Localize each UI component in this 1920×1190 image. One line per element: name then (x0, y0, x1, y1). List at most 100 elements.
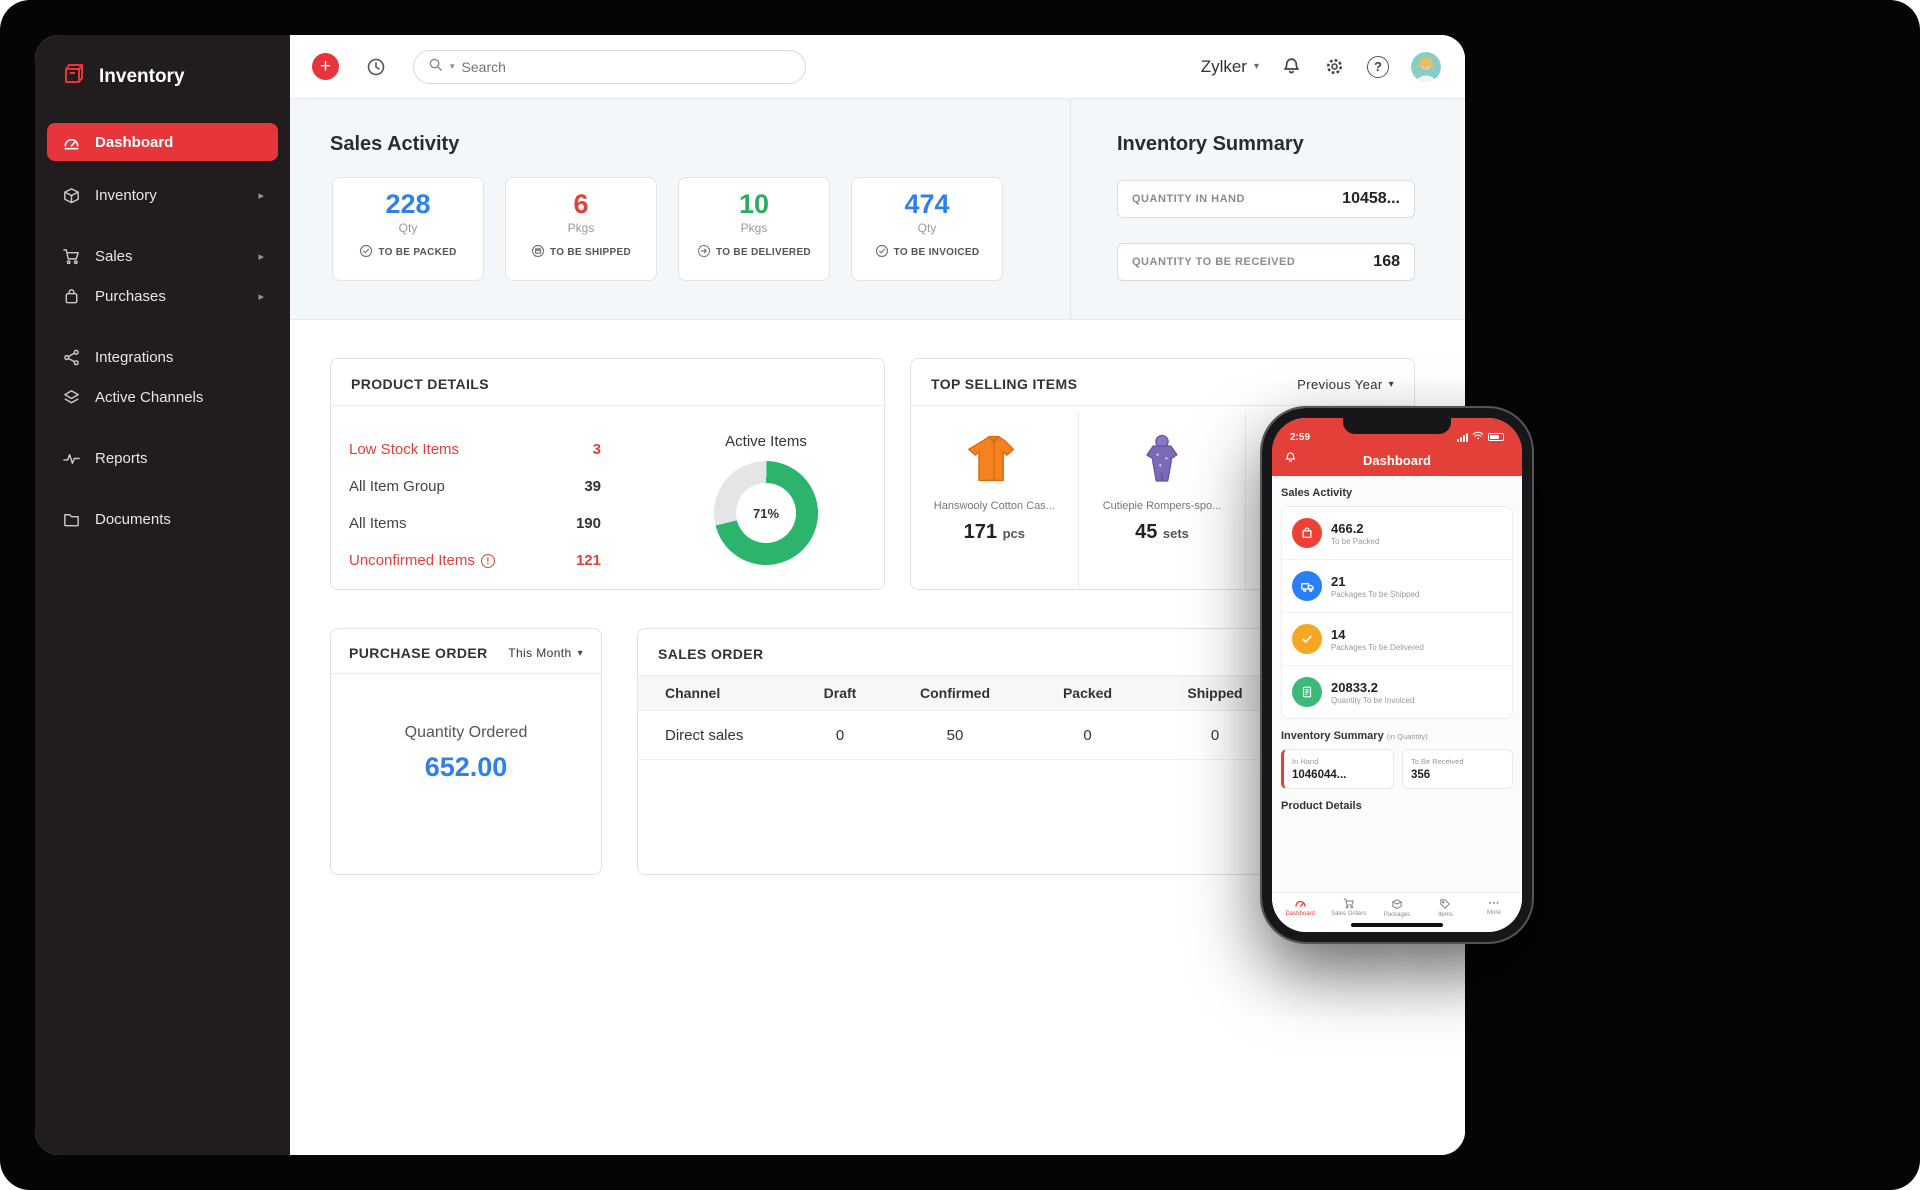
stat-unit: Pkgs (567, 221, 595, 235)
battery-icon (1488, 433, 1504, 441)
invoiced-check-icon (875, 244, 889, 261)
help-icon[interactable]: ? (1367, 55, 1389, 78)
stat-label-text: TO BE PACKED (378, 247, 457, 258)
stat-card-to-be-packed[interactable]: 228 Qty TO BE PACKED (332, 177, 484, 281)
phone-stat-row[interactable]: 14 Packages To be Delivered (1282, 613, 1512, 666)
stat-unit: Qty (917, 221, 937, 235)
notifications-bell-icon[interactable] (1281, 56, 1302, 77)
search-scope-caret-icon[interactable]: ▾ (450, 61, 455, 72)
sidebar-item-label: Inventory (95, 186, 157, 204)
stat-label-text: TO BE SHIPPED (550, 247, 631, 258)
user-avatar[interactable] (1411, 51, 1441, 82)
phone-to-be-received-box: To Be Received 356 (1402, 749, 1513, 789)
add-new-button[interactable]: + (312, 53, 339, 80)
phone-stat-row[interactable]: 20833.2 Quantity To be Invoiced (1282, 666, 1512, 718)
sidebar-item-purchases[interactable]: Purchases ▸ (35, 276, 290, 316)
phone-nav-dashboard[interactable]: Dashboard (1276, 898, 1324, 918)
delivered-arrow-icon (697, 244, 711, 261)
global-search[interactable]: ▾ (413, 49, 806, 84)
sidebar-item-active-channels[interactable]: Active Channels (35, 377, 290, 417)
sidebar-item-sales[interactable]: Sales ▸ (35, 236, 290, 276)
col-shipped: Shipped (1187, 685, 1243, 701)
phone-stat-value: 14 (1331, 626, 1346, 642)
col-draft: Draft (823, 685, 857, 701)
purchase-order-card: PURCHASE ORDER This Month ▾ Quantity Ord… (330, 628, 602, 875)
stat-unit: Qty (398, 221, 418, 235)
sidebar-item-documents[interactable]: Documents (35, 499, 290, 539)
summary-label: QUANTITY IN HAND (1132, 193, 1245, 205)
top-selling-item[interactable]: Cutiepie Rompers-spo... 45 sets (1079, 412, 1247, 589)
quantity-ordered-label: Quantity Ordered (404, 724, 528, 741)
phone-sales-activity-title: Sales Activity (1281, 487, 1353, 499)
shipped-truck-icon (1292, 571, 1322, 601)
sidebar-item-inventory[interactable]: Inventory ▸ (35, 175, 290, 215)
row-unconfirmed-items[interactable]: Unconfirmed Items! 121 (349, 542, 601, 579)
sidebar-item-label: Dashboard (95, 133, 174, 151)
row-all-items[interactable]: All Items 190 (349, 505, 601, 542)
phone-stat-value: 21 (1331, 573, 1346, 589)
cell-packed: 0 (1083, 726, 1092, 744)
sidebar-item-label: Integrations (95, 348, 174, 366)
phone-product-details-title: Product Details (1281, 800, 1362, 812)
stat-card-to-be-shipped[interactable]: 6 Pkgs TO BE SHIPPED (505, 177, 657, 281)
org-switcher[interactable]: Zylker ▾ (1201, 57, 1259, 77)
chevron-down-icon: ▾ (1253, 61, 1259, 72)
phone-stat-label: Quantity To be Invoiced (1331, 695, 1415, 705)
cart-icon (61, 246, 81, 266)
stat-card-to-be-delivered[interactable]: 10 Pkgs TO BE DELIVERED (678, 177, 830, 281)
row-value: 190 (575, 515, 601, 532)
sidebar-nav: Dashboard Inventory ▸ Sales ▸ Purchases … (35, 123, 290, 539)
hero-divider (1070, 99, 1071, 320)
phone-stat-row[interactable]: 466.2 To be Packed (1282, 507, 1512, 560)
chevron-right-icon: ▸ (258, 250, 264, 263)
phone-nav-packages[interactable]: Packages (1373, 898, 1421, 918)
top-selling-title: TOP SELLING ITEMS (931, 376, 1078, 392)
reports-icon (61, 448, 81, 468)
cell-channel: Direct sales (665, 726, 744, 744)
phone-nav-more[interactable]: ⋯ More (1470, 898, 1518, 918)
item-qty: 171 (963, 521, 998, 543)
phone-home-indicator[interactable] (1351, 923, 1443, 927)
phone-stat-row[interactable]: 21 Packages To be Shipped (1282, 560, 1512, 613)
brand: Inventory (35, 35, 290, 119)
stat-card-to-be-invoiced[interactable]: 474 Qty TO BE INVOICED (851, 177, 1003, 281)
bell-icon[interactable] (1284, 451, 1297, 464)
settings-gear-icon[interactable] (1324, 56, 1345, 77)
stat-value: 474 (904, 189, 950, 219)
stat-value: 6 (573, 189, 589, 219)
phone-stat-label: To be Packed (1331, 536, 1380, 546)
cell-shipped: 0 (1210, 726, 1220, 744)
active-items-donut-chart: 71% (714, 461, 818, 565)
search-input[interactable] (461, 58, 791, 75)
row-low-stock-items[interactable]: Low Stock Items 3 (349, 431, 601, 468)
purchase-order-period-dropdown[interactable]: This Month ▾ (508, 646, 583, 660)
phone-in-hand-box: In Hand 1046044... (1281, 749, 1394, 789)
sidebar-item-integrations[interactable]: Integrations (35, 337, 290, 377)
top-selling-item[interactable]: Hanswooly Cotton Cas... 171 pcs (911, 412, 1079, 589)
top-selling-period-dropdown[interactable]: Previous Year ▾ (1297, 377, 1394, 392)
phone-body: Sales Activity 466.2 To be Packed 21 Pac… (1272, 476, 1522, 892)
phone-box-value: 356 (1411, 769, 1431, 781)
phone-nav-sales-orders[interactable]: Sales Orders (1324, 898, 1372, 918)
row-label: Low Stock Items (349, 441, 460, 458)
summary-label: QUANTITY TO BE RECEIVED (1132, 256, 1296, 268)
recent-activity-icon[interactable] (365, 56, 387, 78)
row-all-item-group[interactable]: All Item Group 39 (349, 468, 601, 505)
search-icon (428, 57, 443, 77)
hero-strip: Sales Activity 228 Qty TO BE PACKED 6 Pk… (290, 99, 1465, 320)
stat-label-text: TO BE DELIVERED (716, 247, 811, 258)
phone-inventory-summary-title: Inventory Summary (1281, 730, 1384, 742)
sidebar-item-dashboard[interactable]: Dashboard (47, 123, 278, 161)
product-details-card: PRODUCT DETAILS Low Stock Items 3 All It… (330, 358, 885, 590)
caret-down-icon: ▾ (577, 647, 583, 659)
item-name: Cutiepie Rompers-spo... (1102, 500, 1222, 512)
caret-down-icon: ▾ (1388, 378, 1394, 390)
phone-nav-items[interactable]: Items (1421, 898, 1469, 918)
more-dots-icon: ⋯ (1488, 897, 1500, 909)
sidebar-item-label: Active Channels (95, 388, 204, 406)
sidebar-item-reports[interactable]: Reports (35, 438, 290, 478)
phone-header-title: Dashboard (1363, 452, 1431, 468)
stat-unit: Pkgs (740, 221, 768, 235)
row-label: All Item Group (349, 478, 445, 495)
phone-bottom-nav: Dashboard Sales Orders Packages Items ⋯ … (1272, 892, 1522, 932)
